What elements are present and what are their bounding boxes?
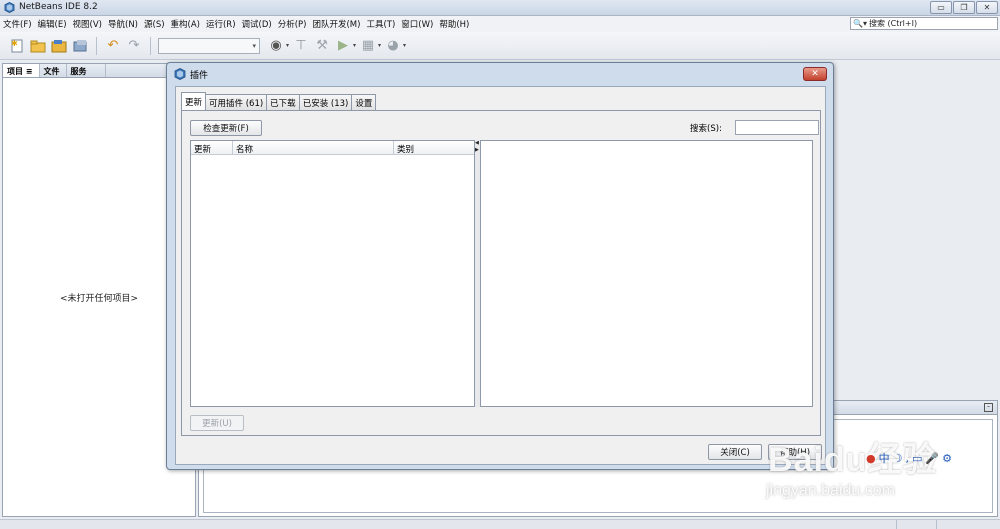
menu-tools[interactable]: 工具(T) [363, 18, 398, 30]
chevron-down-icon[interactable]: ▾ [353, 42, 356, 49]
menu-run[interactable]: 运行(R) [203, 18, 239, 30]
ime-logo-icon[interactable]: ● [866, 452, 876, 465]
clean-build-icon[interactable]: ⚒ [313, 37, 331, 55]
baidu-watermark: Baidu经验 jingyan.baidu.com [760, 418, 960, 518]
chevron-down-icon[interactable]: ▾ [286, 42, 289, 49]
plugins-dialog: 插件 ✕ 更新 可用插件 (61) 已下载 已安装 (13) 设置 检查更新(F… [166, 62, 834, 470]
updates-tab-panel: 检查更新(F) 搜索(S): 更新 名称 类别 ◀ ▶ 更新(U) [181, 110, 821, 436]
minimize-icon[interactable]: – [984, 403, 993, 412]
menu-profile[interactable]: 分析(P) [275, 18, 310, 30]
menu-help[interactable]: 帮助(H) [436, 18, 472, 30]
column-header-name[interactable]: 名称 [233, 141, 394, 155]
ime-toolbar: ● 中 ☽ , ▭ 🎤 ⚙ [866, 450, 952, 466]
menu-source[interactable]: 源(S) [141, 18, 168, 30]
title-bar: NetBeans IDE 8.2 ▭ ❐ ✕ [0, 0, 1000, 16]
plugin-search-input[interactable] [735, 120, 819, 135]
window-title: NetBeans IDE 8.2 [19, 2, 98, 12]
tab-settings[interactable]: 设置 [351, 94, 377, 110]
menu-view[interactable]: 视图(V) [70, 18, 105, 30]
search-label: 搜索(S): [690, 124, 722, 134]
ime-mic-icon[interactable]: 🎤 [925, 452, 939, 465]
status-divider [896, 520, 897, 529]
tab-services[interactable]: 服务 [67, 64, 106, 77]
toolbar-separator [150, 36, 151, 55]
debug-icon[interactable]: ▦ [359, 37, 377, 55]
check-updates-button[interactable]: 检查更新(F) [190, 120, 262, 136]
new-project-icon[interactable] [29, 37, 47, 55]
menu-navigate[interactable]: 导航(N) [105, 18, 141, 30]
run-icon[interactable]: ▶ [334, 37, 352, 55]
netbeans-logo-icon [174, 68, 186, 80]
undo-icon[interactable]: ↶ [104, 37, 122, 55]
menu-team[interactable]: 团队开发(M) [309, 18, 363, 30]
new-file-icon[interactable]: ✱ [8, 37, 26, 55]
netbeans-logo-icon [4, 2, 15, 13]
column-header-category[interactable]: 类别 [394, 141, 474, 155]
tab-projects[interactable]: 项目 ≡ [3, 64, 40, 77]
close-icon[interactable]: ✕ [976, 1, 998, 14]
toolbar: ✱ ↶ ↷ ▾ ◉ ▾ ⊤ ⚒ ▶ ▾ ▦ ▾ ◕ ▾ [0, 32, 1000, 60]
chevron-down-icon[interactable]: ▾ [378, 42, 381, 49]
search-icon[interactable]: 🔍▾ [851, 19, 869, 28]
tab-files[interactable]: 文件 [40, 64, 67, 77]
menu-edit[interactable]: 编辑(E) [35, 18, 70, 30]
tab-downloaded[interactable]: 已下载 [266, 94, 300, 110]
status-bar [0, 519, 1000, 529]
ime-chinese-icon[interactable]: 中 [879, 450, 890, 466]
menu-debug[interactable]: 调试(D) [239, 18, 275, 30]
build-icon[interactable]: ◉ [267, 37, 285, 55]
menu-window[interactable]: 窗口(W) [398, 18, 436, 30]
chevron-down-icon[interactable]: ▶ [475, 147, 479, 153]
close-icon[interactable]: ✕ [803, 67, 827, 81]
ime-moon-icon[interactable]: ☽ [893, 452, 903, 465]
quick-search-placeholder: 搜索 (Ctrl+I) [869, 19, 918, 28]
ime-gear-icon[interactable]: ⚙ [942, 452, 952, 465]
restore-icon[interactable]: ❐ [953, 1, 975, 14]
column-header-update[interactable]: 更新 [191, 141, 233, 155]
open-project-icon[interactable] [50, 37, 68, 55]
status-divider [936, 520, 937, 529]
clean-build-icon[interactable]: ⊤ [292, 37, 310, 55]
menu-refactor[interactable]: 重构(A) [168, 18, 203, 30]
tab-available-plugins[interactable]: 可用插件 (61) [205, 94, 268, 110]
update-button[interactable]: 更新(U) [190, 415, 244, 431]
plugin-table: 更新 名称 类别 [190, 140, 475, 407]
ime-punctuation-icon[interactable]: , [905, 452, 909, 465]
editor-area [833, 63, 1000, 396]
plugin-details-pane [480, 140, 813, 407]
chevron-down-icon[interactable]: ▾ [403, 42, 406, 49]
dialog-title-bar: 插件 [167, 63, 833, 85]
toolbar-separator [96, 36, 97, 55]
close-project-icon[interactable] [71, 37, 89, 55]
dialog-body: 更新 可用插件 (61) 已下载 已安装 (13) 设置 检查更新(F) 搜索(… [175, 86, 826, 465]
plugin-tabs: 更新 可用插件 (61) 已下载 已安装 (13) 设置 [181, 92, 377, 110]
tab-installed[interactable]: 已安装 (13) [298, 94, 353, 110]
configuration-dropdown[interactable]: ▾ [158, 37, 260, 54]
quick-search-input[interactable]: 🔍▾ 搜索 (Ctrl+I) [850, 17, 998, 30]
ime-keyboard-icon[interactable]: ▭ [912, 452, 922, 465]
watermark-url: jingyan.baidu.com [766, 482, 895, 499]
profile-icon[interactable]: ◕ [384, 37, 402, 55]
table-header: 更新 名称 类别 [191, 141, 474, 155]
redo-icon[interactable]: ↷ [125, 37, 143, 55]
menu-file[interactable]: 文件(F) [0, 18, 35, 30]
chevron-up-icon[interactable]: ◀ [475, 140, 479, 146]
minimize-icon[interactable]: ▭ [930, 1, 952, 14]
dialog-title: 插件 [190, 70, 209, 81]
close-button[interactable]: 关闭(C) [708, 444, 762, 460]
svg-text:✱: ✱ [11, 39, 18, 48]
tab-updates[interactable]: 更新 [181, 92, 207, 110]
